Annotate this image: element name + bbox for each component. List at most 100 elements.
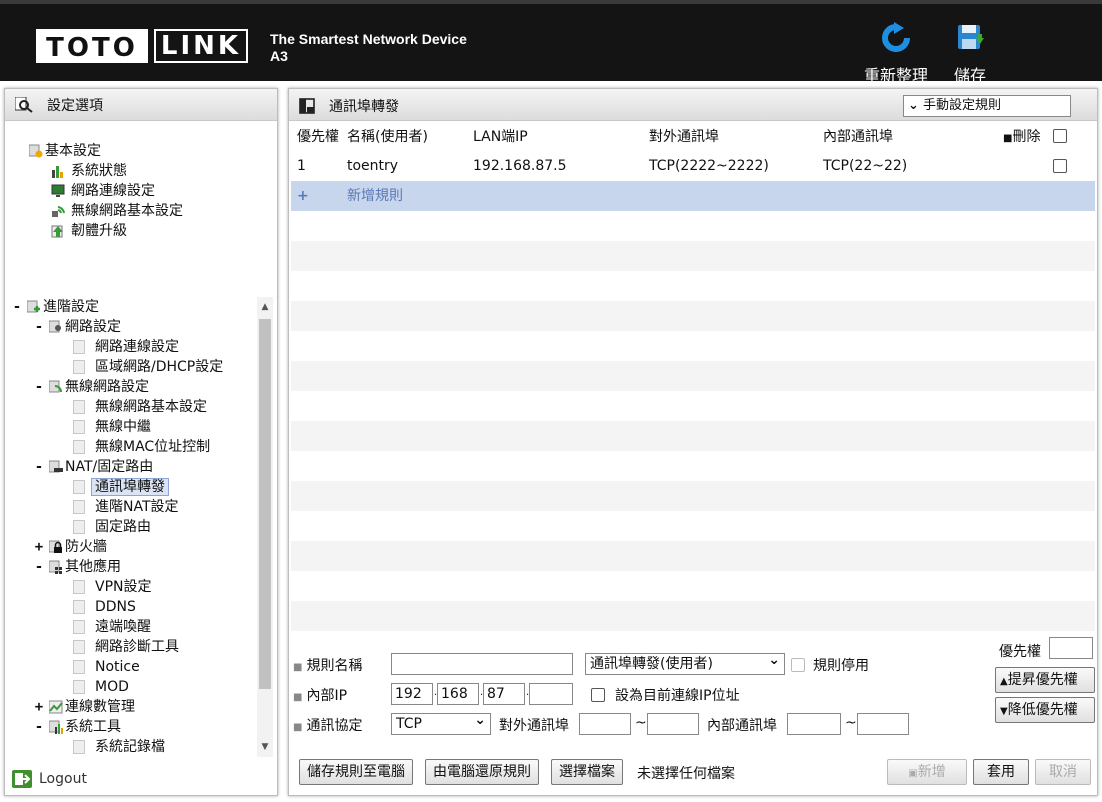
tree-other-apps[interactable]: - 其他應用	[33, 557, 121, 577]
tree-firewall[interactable]: + 防火牆	[33, 537, 107, 557]
collapse-toggle[interactable]: -	[33, 557, 45, 577]
collapse-toggle[interactable]: -	[33, 317, 45, 337]
priority-input[interactable]	[1049, 637, 1093, 659]
empty-row	[291, 481, 1095, 511]
add-button[interactable]: ▣新增	[887, 759, 967, 785]
raise-priority-button[interactable]: ▲提昇優先權	[995, 667, 1095, 693]
add-icon: ▣	[908, 768, 918, 779]
tree-advanced-label: 進階設定	[43, 299, 99, 315]
page-icon	[73, 480, 85, 494]
sidebar-item-port-forwarding[interactable]: 通訊埠轉發	[73, 477, 169, 497]
raise-priority-label: 提昇優先權	[1007, 672, 1078, 688]
triangle-down-icon: ▼	[1000, 706, 1008, 717]
sidebar-item-notice[interactable]: Notice	[73, 657, 140, 677]
rule-mode-select[interactable]: ⌄ 手動設定規則	[903, 95, 1071, 117]
ip-octet-1[interactable]: 192	[391, 683, 433, 705]
tree-basic-settings[interactable]: 基本設定	[29, 141, 101, 161]
rule-type-select[interactable]: 通訊埠轉發(使用者)	[585, 650, 785, 675]
sidebar-item-vpn[interactable]: VPN設定	[73, 577, 152, 597]
int-port-end-input[interactable]	[857, 713, 909, 735]
protocol-label: ■ 通訊協定	[293, 718, 363, 734]
select-all-checkbox[interactable]	[1053, 129, 1067, 146]
ip-octet-3[interactable]: 87	[483, 683, 525, 705]
expand-toggle[interactable]: +	[33, 697, 45, 717]
protocol-select[interactable]: TCP	[391, 710, 491, 735]
add-rule-row[interactable]: + 新增規則	[291, 181, 1095, 211]
tree-connection-management[interactable]: + 連線數管理	[33, 697, 135, 717]
rule-disable-checkbox[interactable]: 規則停用	[791, 655, 869, 675]
table-header: 優先權 名稱(使用者) LAN端IP 對外通訊埠 內部通訊埠 ■刪除	[291, 123, 1095, 151]
ip-octet-2[interactable]: 168	[437, 683, 479, 705]
page-icon	[73, 360, 85, 374]
sidebar-item-mod[interactable]: MOD	[73, 677, 129, 697]
lower-priority-button[interactable]: ▼降低優先權	[995, 697, 1095, 723]
row-delete-checkbox[interactable]	[1053, 159, 1067, 176]
choose-file-button[interactable]: 選擇檔案	[551, 759, 623, 785]
table-row[interactable]: 1 toentry 192.168.87.5 TCP(2222~2222) TC…	[291, 151, 1095, 181]
sidebar-item-system-status[interactable]: 系統狀態	[51, 161, 127, 181]
set-current-ip-checkbox[interactable]: 設為目前連線IP位址	[591, 685, 740, 705]
window-icon	[299, 98, 315, 114]
apply-button[interactable]: 套用	[973, 759, 1029, 785]
tree-nat-routing[interactable]: - NAT/固定路由	[33, 457, 153, 477]
tree-advanced-settings[interactable]: - 進階設定	[11, 297, 99, 317]
empty-row	[291, 421, 1095, 451]
plus-icon: +	[297, 188, 309, 204]
cancel-button[interactable]: 取消	[1035, 759, 1091, 785]
save-rules-to-pc-button[interactable]: 儲存規則至電腦	[299, 759, 413, 785]
col-int-port: 內部通訊埠	[823, 129, 893, 145]
ext-port-start-input[interactable]	[579, 713, 631, 735]
tree-wireless-settings[interactable]: - 無線網路設定	[33, 377, 149, 397]
tree-network-settings[interactable]: - 網路設定	[33, 317, 121, 337]
folder-plus-icon	[27, 300, 40, 313]
rule-name-input[interactable]	[391, 653, 573, 675]
sidebar-item-wireless-repeater[interactable]: 無線中繼	[73, 417, 151, 437]
ip-octet-4[interactable]	[529, 683, 573, 705]
ext-port-tilde: ~	[635, 715, 647, 731]
collapse-toggle[interactable]: -	[33, 717, 45, 737]
scroll-down-arrow-icon[interactable]: ▼	[257, 739, 273, 755]
restore-rules-from-pc-button[interactable]: 由電腦還原規則	[425, 759, 539, 785]
sidebar-scrollbar[interactable]: ▲ ▼	[257, 297, 273, 757]
totolink-logo: TOTO LINK	[36, 29, 248, 63]
sidebar-item-label: 無線網路基本設定	[71, 203, 183, 219]
search-settings-icon	[15, 96, 33, 113]
sidebar-item-diagnostics[interactable]: 網路診斷工具	[73, 637, 179, 657]
top-header: TOTO LINK The Smartest Network Device A3…	[0, 0, 1102, 85]
empty-row	[291, 571, 1095, 601]
wireless-icon	[52, 206, 65, 217]
collapse-toggle[interactable]: -	[33, 457, 45, 477]
sidebar-item-ddns[interactable]: DDNS	[73, 597, 136, 617]
bar-chart-icon	[52, 166, 63, 178]
sidebar-item-advanced-nat[interactable]: 進階NAT設定	[73, 497, 179, 517]
sidebar-item-wireless-mac[interactable]: 無線MAC位址控制	[73, 437, 210, 457]
tree-traffic-label: 連線數管理	[65, 699, 135, 715]
expand-toggle[interactable]: +	[33, 537, 45, 557]
sidebar-item-static-route[interactable]: 固定路由	[73, 517, 151, 537]
sidebar-item-system-log[interactable]: 系統記錄檔	[73, 737, 165, 757]
save-button[interactable]: 儲存	[950, 22, 990, 86]
ext-port-label: 對外通訊埠	[499, 718, 569, 734]
scroll-up-arrow-icon[interactable]: ▲	[257, 299, 273, 315]
sidebar-item-label: 固定路由	[95, 519, 151, 535]
sidebar-item-label: MOD	[95, 679, 129, 695]
scroll-thumb[interactable]	[259, 319, 271, 689]
refresh-button[interactable]: 重新整理	[860, 22, 932, 86]
page-icon	[73, 400, 85, 414]
sidebar-item-wireless-basic[interactable]: 無線網路基本設定	[51, 201, 183, 221]
sidebar-item-network-connection[interactable]: 網路連線設定	[51, 181, 155, 201]
int-port-start-input[interactable]	[787, 713, 841, 735]
sidebar-item-adv-wireless-basic[interactable]: 無線網路基本設定	[73, 397, 207, 417]
sidebar-item-firmware-upgrade[interactable]: 韌體升級	[51, 221, 127, 241]
sidebar-item-lan-dhcp[interactable]: 區域網路/DHCP設定	[73, 357, 223, 377]
sidebar-item-label: 網路連線設定	[95, 339, 179, 355]
page-icon	[73, 660, 85, 674]
sidebar-item-label: 系統狀態	[71, 163, 127, 179]
sidebar-item-wake-on-lan[interactable]: 遠端喚醒	[73, 617, 151, 637]
ext-port-end-input[interactable]	[647, 713, 699, 735]
sidebar-item-adv-network-connection[interactable]: 網路連線設定	[73, 337, 179, 357]
collapse-toggle[interactable]: -	[11, 297, 23, 317]
logout-button[interactable]: Logout	[11, 769, 87, 789]
tree-system-tools[interactable]: - 系統工具	[33, 717, 121, 737]
collapse-toggle[interactable]: -	[33, 377, 45, 397]
